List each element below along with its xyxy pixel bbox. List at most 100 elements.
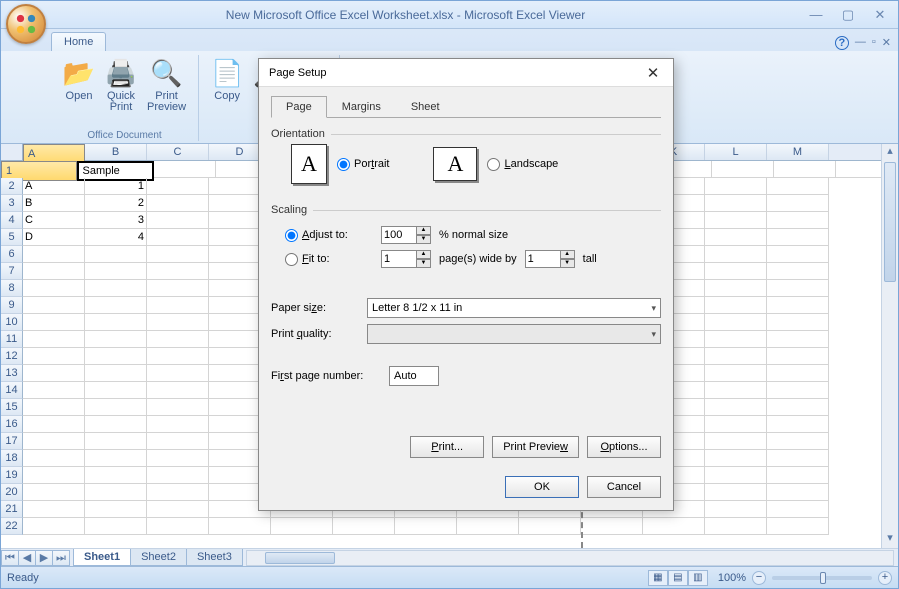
cell-M17[interactable] <box>767 433 829 450</box>
cell-A17[interactable] <box>23 433 85 450</box>
close-button[interactable]: ✕ <box>868 7 892 23</box>
fit-tall-spinner[interactable]: ▲▼ <box>525 250 575 268</box>
cell-B18[interactable] <box>85 450 147 467</box>
cell-B10[interactable] <box>85 314 147 331</box>
office-button[interactable] <box>6 4 46 44</box>
row-header-6[interactable]: 6 <box>1 246 23 263</box>
zoom-slider-knob[interactable] <box>820 572 826 584</box>
cell-A18[interactable] <box>23 450 85 467</box>
cell-M11[interactable] <box>767 331 829 348</box>
row-header-4[interactable]: 4 <box>1 212 23 229</box>
cell-M20[interactable] <box>767 484 829 501</box>
cell-C17[interactable] <box>147 433 209 450</box>
cell-M22[interactable] <box>767 518 829 535</box>
cell-L2[interactable] <box>705 178 767 195</box>
cell-M2[interactable] <box>767 178 829 195</box>
cell-D22[interactable] <box>209 518 271 535</box>
col-header-B[interactable]: B <box>85 144 147 160</box>
sheet-nav-prev[interactable]: ◀ <box>18 550 36 566</box>
cell-L13[interactable] <box>705 365 767 382</box>
tab-margins[interactable]: Margins <box>327 96 396 118</box>
cell-M6[interactable] <box>767 246 829 263</box>
cell-A12[interactable] <box>23 348 85 365</box>
cell-C6[interactable] <box>147 246 209 263</box>
cell-B11[interactable] <box>85 331 147 348</box>
row-header-11[interactable]: 11 <box>1 331 23 348</box>
cell-A3[interactable]: B <box>23 195 85 212</box>
col-header-C[interactable]: C <box>147 144 209 160</box>
help-icon[interactable]: ? <box>835 36 849 50</box>
cell-B14[interactable] <box>85 382 147 399</box>
row-header-19[interactable]: 19 <box>1 467 23 484</box>
scroll-down-icon[interactable]: ▾ <box>882 531 898 548</box>
cell-M12[interactable] <box>767 348 829 365</box>
row-header-12[interactable]: 12 <box>1 348 23 365</box>
horizontal-scrollbar[interactable] <box>246 550 894 566</box>
cell-M10[interactable] <box>767 314 829 331</box>
tab-page[interactable]: Page <box>271 96 327 118</box>
cell-C15[interactable] <box>147 399 209 416</box>
cell-A13[interactable] <box>23 365 85 382</box>
cell-C2[interactable] <box>147 178 209 195</box>
cell-B6[interactable] <box>85 246 147 263</box>
fit-wide-spinner[interactable]: ▲▼ <box>381 250 431 268</box>
minimize-button[interactable]: — <box>804 7 828 23</box>
hscroll-thumb[interactable] <box>265 552 335 564</box>
ribbon-restore[interactable]: ▫ <box>872 36 876 50</box>
cell-J22[interactable] <box>581 518 643 535</box>
cell-C8[interactable] <box>147 280 209 297</box>
portrait-radio[interactable]: Portrait <box>337 158 389 171</box>
row-header-13[interactable]: 13 <box>1 365 23 382</box>
cell-L21[interactable] <box>705 501 767 518</box>
sheet-tab-sheet2[interactable]: Sheet2 <box>130 549 187 566</box>
cell-B13[interactable] <box>85 365 147 382</box>
print-button[interactable]: Print... <box>410 436 484 458</box>
cell-A21[interactable] <box>23 501 85 518</box>
dialog-close-button[interactable]: ✕ <box>643 64 663 82</box>
cell-C22[interactable] <box>147 518 209 535</box>
titlebar[interactable]: New Microsoft Office Excel Worksheet.xls… <box>1 1 898 29</box>
view-page-layout-button[interactable]: ▤ <box>668 570 688 586</box>
cell-M5[interactable] <box>767 229 829 246</box>
cell-L18[interactable] <box>705 450 767 467</box>
row-header-21[interactable]: 21 <box>1 501 23 518</box>
vertical-scrollbar[interactable]: ▴ ▾ <box>881 144 898 548</box>
row-header-9[interactable]: 9 <box>1 297 23 314</box>
cell-L6[interactable] <box>705 246 767 263</box>
adjust-to-radio[interactable]: Adjust to: <box>285 229 373 242</box>
cell-C5[interactable] <box>147 229 209 246</box>
row-header-17[interactable]: 17 <box>1 433 23 450</box>
cell-M16[interactable] <box>767 416 829 433</box>
cell-M3[interactable] <box>767 195 829 212</box>
cell-B9[interactable] <box>85 297 147 314</box>
cell-K22[interactable] <box>643 518 705 535</box>
options-button[interactable]: Options... <box>587 436 661 458</box>
cell-C7[interactable] <box>147 263 209 280</box>
cell-M18[interactable] <box>767 450 829 467</box>
cell-M15[interactable] <box>767 399 829 416</box>
ribbon-tab-home[interactable]: Home <box>51 32 106 51</box>
cell-I22[interactable] <box>519 518 581 535</box>
cell-B15[interactable] <box>85 399 147 416</box>
cell-L20[interactable] <box>705 484 767 501</box>
cell-B2[interactable]: 1 <box>85 178 147 195</box>
cell-L5[interactable] <box>705 229 767 246</box>
cell-B16[interactable] <box>85 416 147 433</box>
cell-A15[interactable] <box>23 399 85 416</box>
cell-L12[interactable] <box>705 348 767 365</box>
cell-M21[interactable] <box>767 501 829 518</box>
cell-C19[interactable] <box>147 467 209 484</box>
cell-A7[interactable] <box>23 263 85 280</box>
print-preview-button[interactable]: Print Preview <box>492 436 579 458</box>
cell-B12[interactable] <box>85 348 147 365</box>
cell-C4[interactable] <box>147 212 209 229</box>
cell-E22[interactable] <box>271 518 333 535</box>
cell-C14[interactable] <box>147 382 209 399</box>
cell-L22[interactable] <box>705 518 767 535</box>
quick-print-button[interactable]: 🖨️Quick Print <box>101 55 141 115</box>
cell-A11[interactable] <box>23 331 85 348</box>
cell-A14[interactable] <box>23 382 85 399</box>
cell-M9[interactable] <box>767 297 829 314</box>
dialog-titlebar[interactable]: Page Setup ✕ <box>259 59 673 87</box>
zoom-out-button[interactable]: − <box>752 571 766 585</box>
